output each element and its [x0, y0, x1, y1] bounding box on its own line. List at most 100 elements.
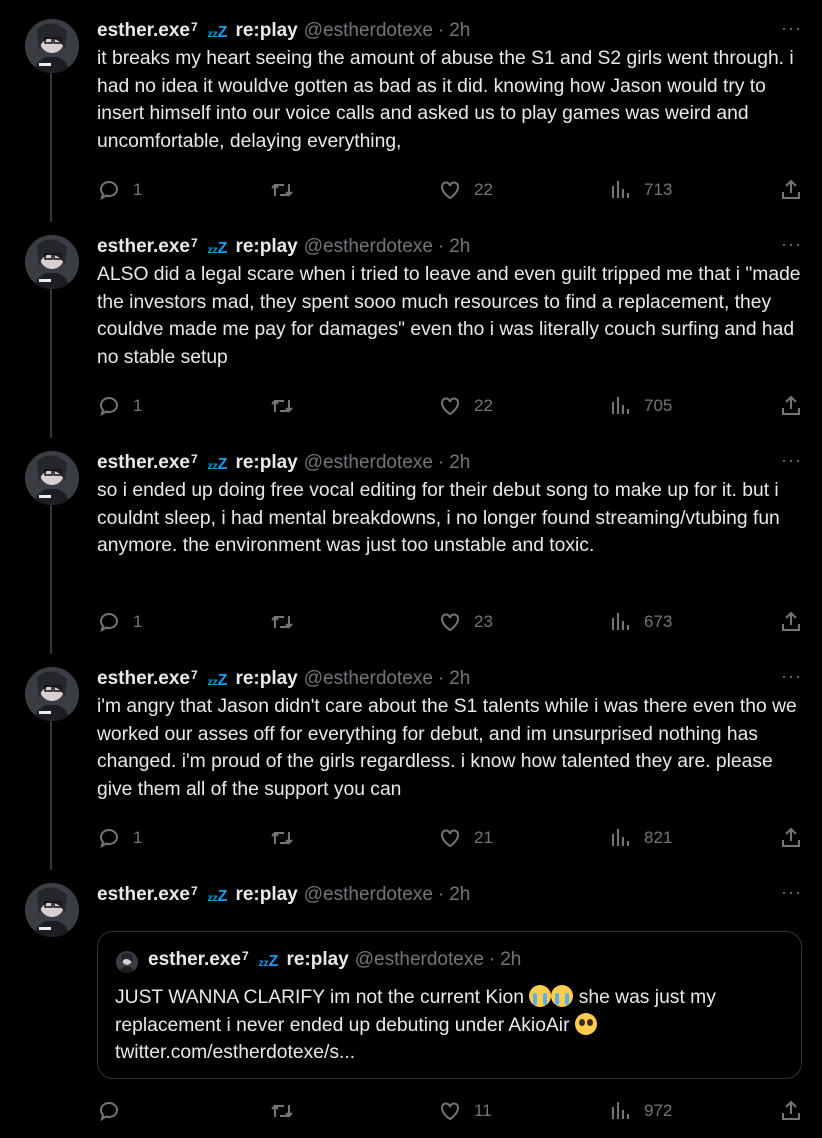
tweet-header: esther.exe 7 zzZ re:play @estherdotexe · … [97, 667, 470, 691]
reply-button[interactable]: 1 [97, 825, 142, 851]
display-name[interactable]: esther.exe [97, 20, 190, 42]
timestamp[interactable]: 2h [449, 20, 470, 42]
views-icon [612, 397, 629, 414]
views-count: 705 [644, 396, 673, 415]
avatar[interactable] [25, 667, 79, 721]
more-options-icon[interactable]: ··· [781, 235, 802, 253]
retweet-button[interactable] [269, 177, 295, 203]
tweet-header: esther.exe 7 zzZ re:play @estherdotexe · … [97, 19, 470, 43]
more-options-icon[interactable]: ··· [781, 451, 802, 469]
quoted-display-name: esther.exe [148, 949, 241, 970]
tweet-thread: esther.exe 7 zzZ re:play @estherdotexe · … [0, 0, 822, 1138]
tweet-header: esther.exe 7 zzZ re:play @estherdotexe · … [97, 235, 470, 259]
quoted-tweet[interactable]: esther.exe 7 zzZ re:play @estherdotexe · … [97, 931, 802, 1079]
display-name[interactable]: esther.exe [97, 884, 190, 906]
avatar[interactable] [25, 19, 79, 73]
views-icon [612, 1102, 629, 1119]
reply-count: 1 [133, 180, 143, 199]
views-button[interactable]: 713 [610, 177, 672, 203]
like-count: 23 [474, 612, 493, 631]
like-button[interactable]: 22 [438, 393, 493, 419]
reply-button[interactable]: 1 [97, 177, 142, 203]
zzz-icon: zzZ [258, 953, 279, 970]
separator-dot: · [488, 949, 496, 970]
share-button[interactable] [779, 825, 803, 851]
handle[interactable]: @estherdotexe [304, 668, 433, 690]
zzz-icon: zzZ [207, 240, 228, 257]
like-button[interactable]: 11 [438, 1098, 492, 1124]
handle[interactable]: @estherdotexe [304, 884, 433, 906]
views-button[interactable]: 673 [610, 609, 672, 635]
action-bar: 1 23 673 [97, 609, 807, 635]
like-button[interactable]: 22 [438, 177, 493, 203]
like-count: 11 [474, 1101, 492, 1120]
tweet[interactable]: esther.exe 7 zzZ re:play @estherdotexe · … [0, 883, 822, 1133]
reply-icon [100, 1102, 118, 1122]
share-button[interactable] [779, 609, 803, 635]
avatar[interactable] [25, 235, 79, 289]
team-name: re:play [235, 20, 298, 41]
timestamp[interactable]: 2h [449, 668, 470, 690]
retweet-icon [271, 1104, 293, 1118]
handle[interactable]: @estherdotexe [304, 20, 433, 42]
like-count: 21 [474, 828, 493, 847]
share-button[interactable] [779, 177, 803, 203]
retweet-button[interactable] [269, 825, 295, 851]
heart-icon [441, 613, 459, 632]
tweet-text: i'm angry that Jason didn't care about t… [97, 696, 797, 800]
retweet-button[interactable] [269, 609, 295, 635]
name-superscript: 7 [190, 668, 198, 682]
handle[interactable]: @estherdotexe [304, 452, 433, 474]
tweet[interactable]: esther.exe 7 zzZ re:play @estherdotexe · … [0, 667, 822, 867]
views-icon [612, 829, 629, 846]
zzz-icon: zzZ [207, 672, 228, 689]
views-button[interactable]: 705 [610, 393, 672, 419]
more-options-icon[interactable]: ··· [781, 667, 802, 685]
reply-button[interactable] [97, 1098, 121, 1124]
quoted-timestamp: 2h [500, 949, 522, 970]
team-name: re:play [235, 452, 298, 473]
tweet[interactable]: esther.exe 7 zzZ re:play @estherdotexe · … [0, 19, 822, 219]
like-button[interactable]: 21 [438, 825, 493, 851]
separator-dot: · [437, 668, 445, 689]
display-name[interactable]: esther.exe [97, 236, 190, 258]
tweet[interactable]: esther.exe 7 zzZ re:play @estherdotexe · … [0, 235, 822, 435]
display-name[interactable]: esther.exe [97, 668, 190, 690]
tweet[interactable]: esther.exe 7 zzZ re:play @estherdotexe · … [0, 451, 822, 651]
quoted-name-superscript: 7 [241, 949, 249, 963]
more-options-icon[interactable]: ··· [781, 19, 802, 37]
team-name: re:play [235, 884, 298, 905]
retweet-button[interactable] [269, 393, 295, 419]
reply-button[interactable]: 1 [97, 609, 142, 635]
timestamp[interactable]: 2h [449, 884, 470, 906]
avatar[interactable] [25, 883, 79, 937]
share-button[interactable] [779, 393, 803, 419]
views-button[interactable]: 821 [610, 825, 672, 851]
views-button[interactable]: 972 [610, 1098, 672, 1124]
retweet-icon [271, 831, 293, 845]
share-button[interactable] [779, 1098, 803, 1124]
heart-icon [441, 1102, 459, 1121]
reply-button[interactable]: 1 [97, 393, 142, 419]
action-bar: 1 22 705 [97, 393, 807, 419]
avatar[interactable] [25, 451, 79, 505]
loudly-crying-face-icon [551, 985, 574, 1007]
reply-icon [100, 829, 118, 849]
separator-dot: · [437, 20, 445, 41]
quoted-handle: @estherdotexe [354, 949, 484, 970]
tweet-text: ALSO did a legal scare when i tried to l… [97, 264, 801, 368]
handle[interactable]: @estherdotexe [304, 236, 433, 258]
views-count: 673 [644, 612, 673, 631]
like-count: 22 [474, 396, 493, 415]
more-options-icon[interactable]: ··· [781, 883, 802, 901]
retweet-button[interactable] [269, 1098, 295, 1124]
pleading-face-icon [574, 1012, 597, 1035]
timestamp[interactable]: 2h [449, 236, 470, 258]
action-bar: 11 972 [97, 1098, 807, 1124]
timestamp[interactable]: 2h [449, 452, 470, 474]
display-name[interactable]: esther.exe [97, 452, 190, 474]
reply-icon [100, 181, 118, 201]
tweet-header: esther.exe 7 zzZ re:play @estherdotexe · … [97, 451, 470, 475]
like-button[interactable]: 23 [438, 609, 493, 635]
quoted-link[interactable]: twitter.com/estherdotexe/s... [115, 1042, 355, 1063]
